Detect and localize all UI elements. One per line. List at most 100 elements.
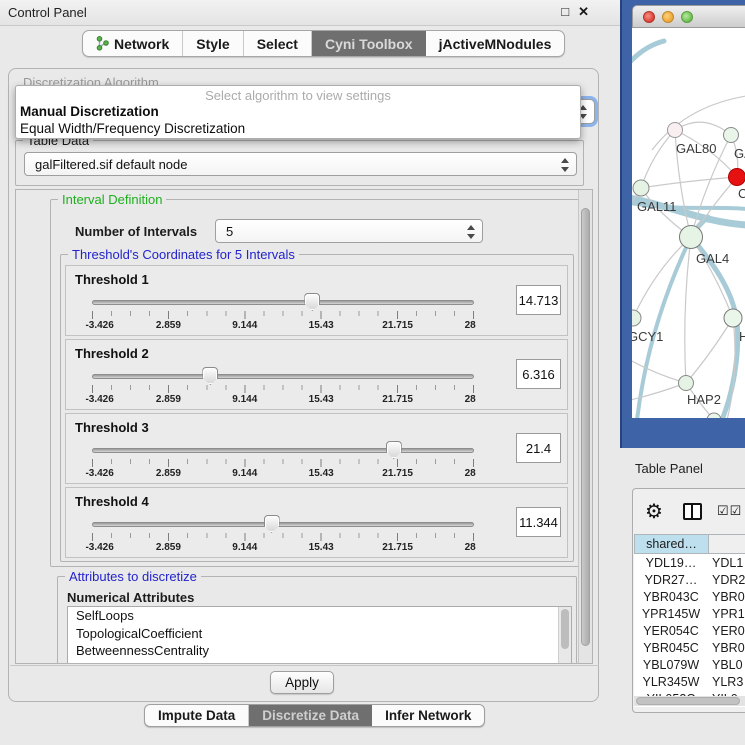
threshold-1-row: Threshold 1 -3.426 2.859 9.144 15.43 21.…	[65, 265, 568, 336]
table-row[interactable]: YDL19…YDL1	[634, 554, 745, 571]
network-graph: GAL80 GA C GAL11 GAL4 GCY1 H HAP2	[632, 28, 745, 418]
slider-tick-labels: -3.426 2.859 9.144 15.43 21.715 28	[92, 394, 474, 406]
float-window-icon[interactable]: □	[561, 4, 578, 19]
threshold-4-slider-handle[interactable]	[264, 515, 280, 533]
table-horizontal-scrollbar[interactable]	[634, 696, 745, 706]
threshold-2-value-field[interactable]: 6.316	[516, 359, 561, 389]
gear-icon[interactable]: ⚙	[645, 499, 663, 524]
edge	[641, 177, 737, 188]
table-row[interactable]: YBR045CYBR0	[634, 639, 745, 656]
node-gal11[interactable]	[633, 180, 649, 196]
list-item[interactable]: SelfLoops	[68, 607, 571, 625]
settings-scroll-area: Interval Definition Number of Intervals …	[15, 189, 593, 664]
threshold-2-slider-track[interactable]	[92, 374, 474, 379]
edge	[632, 41, 664, 62]
cyni-bottom-tabbar: Impute Data Discretize Data Infer Networ…	[144, 704, 485, 727]
dropdown-option-equal-width[interactable]: Equal Width/Frequency Discretization	[16, 120, 580, 137]
attributes-fieldset-label: Attributes to discretize	[65, 569, 201, 584]
dropdown-option-manual[interactable]: Manual Discretization	[16, 103, 580, 120]
dropdown-hint: Select algorithm to view settings	[16, 88, 580, 103]
list-scrollbar[interactable]	[558, 607, 571, 664]
network-icon	[96, 36, 109, 51]
table-data-selected-value: galFiltered.sif default node	[35, 157, 187, 172]
network-view-canvas[interactable]: GAL80 GA C GAL11 GAL4 GCY1 H HAP2	[632, 28, 745, 418]
node-red-selected[interactable]	[729, 169, 745, 186]
combo-arrows-icon	[560, 157, 569, 173]
tab-style[interactable]: Style	[183, 31, 243, 56]
slider-tick-labels: -3.426 2.859 9.144 15.43 21.715 28	[92, 320, 474, 332]
tab-cyni-toolbox[interactable]: Cyni Toolbox	[312, 31, 426, 56]
edge	[691, 237, 733, 318]
column-header-shared-name[interactable]: shared…	[634, 534, 708, 554]
apply-button[interactable]: Apply	[270, 671, 334, 694]
tab-infer-network[interactable]: Infer Network	[372, 705, 484, 726]
threshold-2-row: Threshold 2 -3.426 2.859 9.144 15.43 21.…	[65, 339, 568, 410]
node-label-gal11: GAL11	[637, 199, 677, 214]
node-label-partial-h: H	[739, 329, 745, 344]
edge	[641, 130, 675, 188]
interval-definition-label: Interval Definition	[58, 192, 166, 207]
node-gal4[interactable]	[680, 226, 703, 249]
numerical-attributes-label: Numerical Attributes	[67, 590, 194, 605]
node-label-gal4: GAL4	[696, 251, 729, 266]
node-table: shared… na YDL19…YDL1 YDR27…YDR2 YBR043C…	[634, 534, 745, 707]
tab-discretize-data[interactable]: Discretize Data	[249, 705, 372, 726]
node-h[interactable]	[724, 309, 742, 327]
tab-network[interactable]: Network	[83, 31, 183, 56]
threshold-1-slider-handle[interactable]	[304, 293, 320, 311]
table-row[interactable]: YPR145WYPR1	[634, 605, 745, 622]
tab-impute-data[interactable]: Impute Data	[145, 705, 249, 726]
node-gal80[interactable]	[668, 123, 683, 138]
node-top-right[interactable]	[724, 128, 739, 143]
thresholds-fieldset-label: Threshold's Coordinates for 5 Intervals	[68, 247, 299, 262]
threshold-2-label: Threshold 2	[75, 346, 149, 361]
table-row[interactable]: YBL079WYBL0	[634, 656, 745, 673]
edge	[632, 360, 686, 383]
slider-ticks	[92, 385, 474, 393]
edge	[685, 237, 691, 383]
threshold-4-value-field[interactable]: 11.344	[516, 507, 561, 537]
table-data-combobox[interactable]: galFiltered.sif default node	[24, 152, 577, 176]
threshold-3-value-field[interactable]: 21.4	[516, 433, 561, 463]
settings-scrollbar[interactable]	[578, 190, 592, 663]
columns-icon[interactable]	[683, 503, 702, 520]
node-label-hap2: HAP2	[687, 392, 721, 407]
combo-arrows-icon	[466, 224, 475, 240]
list-item[interactable]: BetweennessCentrality	[68, 642, 571, 660]
slider-ticks	[92, 311, 474, 319]
table-header-row: shared… na	[634, 534, 745, 554]
slider-ticks	[92, 533, 474, 541]
threshold-1-slider-track[interactable]	[92, 300, 474, 305]
threshold-4-row: Threshold 4 -3.426 2.859 9.144 15.43 21.…	[65, 487, 568, 558]
divider	[10, 665, 599, 666]
threshold-4-slider-track[interactable]	[92, 522, 474, 527]
checkbox-icons[interactable]: ☑☑	[717, 503, 742, 519]
threshold-1-label: Threshold 1	[75, 272, 149, 287]
number-of-intervals-combobox[interactable]: 5	[215, 219, 483, 243]
minimize-window-icon[interactable]	[662, 11, 674, 23]
slider-ticks	[92, 459, 474, 467]
node-hap2[interactable]	[679, 376, 694, 391]
threshold-2-slider-handle[interactable]	[202, 367, 218, 385]
threshold-3-slider-handle[interactable]	[386, 441, 402, 459]
threshold-1-value-field[interactable]: 14.713	[516, 285, 561, 315]
threshold-3-slider-track[interactable]	[92, 448, 474, 453]
close-window-icon[interactable]	[643, 11, 655, 23]
table-row[interactable]: YLR345WYLR3	[634, 673, 745, 690]
node-gcy1[interactable]	[632, 310, 641, 326]
close-panel-icon[interactable]: ✕	[578, 4, 598, 19]
number-of-intervals-value: 5	[226, 224, 233, 239]
control-panel-tabbar: Network Style Select Cyni Toolbox jActiv…	[82, 30, 565, 57]
numerical-attributes-list[interactable]: SelfLoops TopologicalCoefficient Between…	[67, 606, 572, 664]
tab-select[interactable]: Select	[244, 31, 312, 56]
table-row[interactable]: YDR27…YDR2	[634, 571, 745, 588]
control-panel-titlebar: Control Panel □✕	[0, 0, 620, 26]
column-header-name[interactable]: na	[708, 534, 745, 554]
table-row[interactable]: YBR043CYBR0	[634, 588, 745, 605]
zoom-window-icon[interactable]	[681, 11, 693, 23]
threshold-4-label: Threshold 4	[75, 494, 149, 509]
list-item[interactable]: TopologicalCoefficient	[68, 625, 571, 643]
network-window-titlebar[interactable]	[632, 5, 745, 28]
tab-jactivemnodules[interactable]: jActiveMNodules	[426, 31, 565, 56]
table-row[interactable]: YER054CYER0	[634, 622, 745, 639]
